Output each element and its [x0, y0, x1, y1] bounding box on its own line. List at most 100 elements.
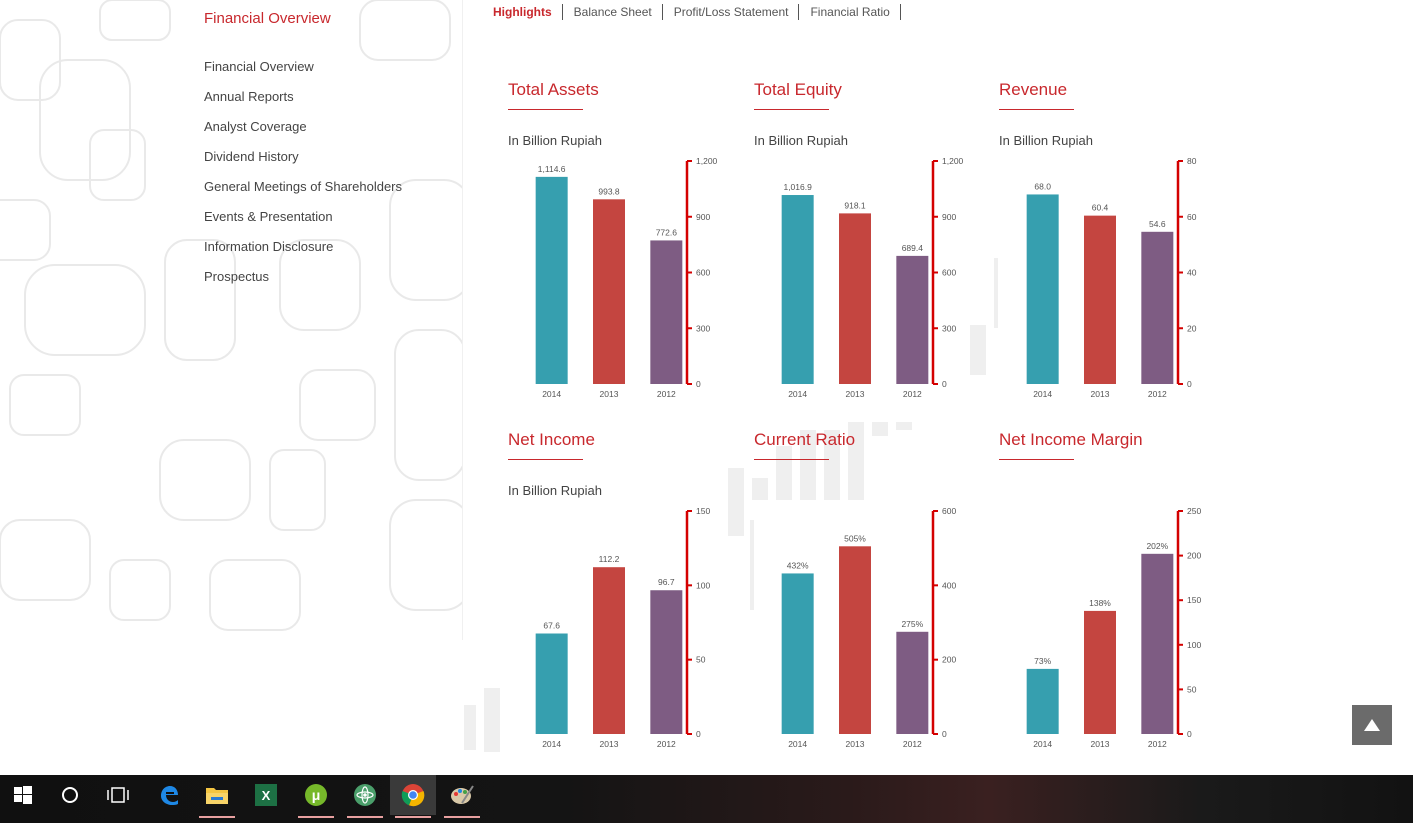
tab-highlights[interactable]: Highlights [493, 4, 563, 20]
data-label: 202% [1146, 541, 1168, 551]
tab-profit-loss-statement[interactable]: Profit/Loss Statement [663, 4, 800, 20]
chart-current-ratio: Current Ratio 432% 2014 505% 2013 275% 2012 0 2… [754, 430, 979, 750]
bar-2014 [535, 176, 568, 384]
bar-2014 [781, 573, 814, 734]
svg-text:X: X [262, 788, 271, 803]
y-tick-label: 900 [696, 212, 710, 222]
edge-button[interactable] [146, 775, 192, 815]
atom-button[interactable] [342, 775, 388, 818]
chart-plot: 1,016.9 2014 918.1 2013 689.4 2012 0 300 600 900 1… [781, 156, 964, 399]
bar-2012 [650, 590, 683, 734]
bar-2014 [535, 633, 568, 734]
sidebar-item-analyst-coverage[interactable]: Analyst Coverage [204, 118, 402, 148]
arrow-up-icon [1364, 719, 1380, 731]
edge-icon [161, 786, 178, 805]
y-tick-label: 0 [696, 729, 701, 739]
data-label: 138% [1089, 598, 1111, 608]
y-tick-label: 50 [696, 655, 706, 665]
y-tick-label: 0 [942, 729, 947, 739]
chart-plot: 68.0 2014 60.4 2013 54.6 2012 0 20 40 60 80 [1026, 156, 1197, 399]
y-tick-label: 600 [942, 268, 956, 278]
bar-2012 [896, 631, 929, 734]
file-explorer-button[interactable] [194, 775, 240, 818]
background-decoration [484, 688, 500, 752]
sidebar-item-information-disclosure[interactable]: Information Disclosure [204, 238, 402, 268]
y-tick-label: 150 [1187, 595, 1201, 605]
x-tick-label: 2014 [788, 389, 807, 399]
start-button[interactable] [0, 775, 46, 815]
utorrent-button[interactable]: μ [293, 775, 339, 818]
tab-financial-ratio[interactable]: Financial Ratio [799, 4, 901, 20]
bar-2014 [781, 195, 814, 384]
y-tick-label: 900 [942, 212, 956, 222]
y-tick-label: 60 [1187, 212, 1197, 222]
x-tick-label: 2012 [1148, 739, 1167, 749]
bar-2013 [839, 213, 871, 384]
y-tick-label: 80 [1187, 156, 1197, 166]
data-label: 1,016.9 [783, 182, 812, 192]
x-tick-label: 2013 [1091, 389, 1110, 399]
data-label: 96.7 [658, 577, 675, 587]
sidebar: Financial Overview Financial Overview An… [0, 0, 463, 640]
cortana-button[interactable] [47, 775, 93, 815]
data-label: 432% [787, 560, 809, 570]
y-tick-label: 1,200 [696, 156, 718, 166]
y-tick-label: 300 [696, 323, 710, 333]
x-tick-label: 2012 [903, 739, 922, 749]
data-label: 993.8 [598, 186, 620, 196]
x-tick-label: 2013 [1091, 739, 1110, 749]
x-tick-label: 2012 [903, 389, 922, 399]
sidebar-item-events-presentation[interactable]: Events & Presentation [204, 208, 402, 238]
x-tick-label: 2014 [1033, 389, 1052, 399]
x-tick-label: 2013 [600, 739, 619, 749]
x-tick-label: 2014 [542, 389, 561, 399]
sidebar-title: Financial Overview [204, 10, 331, 27]
y-tick-label: 300 [942, 323, 956, 333]
sidebar-item-dividend-history[interactable]: Dividend History [204, 148, 402, 178]
y-tick-label: 20 [1187, 323, 1197, 333]
data-label: 918.1 [844, 200, 866, 210]
scroll-to-top-button[interactable] [1352, 705, 1392, 745]
sidebar-menu: Financial Overview Annual Reports Analys… [204, 58, 402, 298]
y-tick-label: 0 [696, 379, 701, 389]
paint-button[interactable] [439, 775, 485, 818]
sidebar-item-annual-reports[interactable]: Annual Reports [204, 88, 402, 118]
excel-icon: X [255, 784, 277, 806]
sidebar-item-prospectus[interactable]: Prospectus [204, 268, 402, 298]
y-tick-label: 40 [1187, 268, 1197, 278]
y-tick-label: 600 [696, 268, 710, 278]
svg-text:μ: μ [312, 787, 321, 803]
data-label: 68.0 [1034, 181, 1051, 191]
x-tick-label: 2012 [657, 389, 676, 399]
excel-button[interactable]: X [243, 775, 289, 815]
chrome-button[interactable] [390, 775, 436, 818]
bar-2013 [839, 546, 871, 734]
bar-2012 [1141, 231, 1174, 384]
tab-balance-sheet[interactable]: Balance Sheet [563, 4, 663, 20]
x-tick-label: 2013 [846, 739, 865, 749]
taskbar: X μ [0, 775, 1413, 823]
chart-net-income-margin: Net Income Margin 73% 2014 138% 2013 202% 201… [999, 430, 1224, 750]
y-tick-label: 250 [1187, 506, 1201, 516]
cortana-icon [62, 787, 78, 803]
chart-revenue: Revenue In Billion Rupiah 68.0 2014 60.4 20… [999, 80, 1224, 400]
data-label: 60.4 [1092, 203, 1109, 213]
x-tick-label: 2012 [657, 739, 676, 749]
chart-net-income: Net Income In Billion Rupiah 67.6 2014 112… [508, 430, 733, 750]
background-decoration [896, 422, 912, 430]
y-tick-label: 1,200 [942, 156, 964, 166]
y-tick-label: 100 [696, 580, 710, 590]
bar-2013 [593, 567, 625, 734]
data-label: 689.4 [902, 243, 924, 253]
task-view-button[interactable] [95, 775, 141, 815]
sidebar-item-general-meetings[interactable]: General Meetings of Shareholders [204, 178, 402, 208]
x-tick-label: 2014 [1033, 739, 1052, 749]
y-tick-label: 0 [942, 379, 947, 389]
x-tick-label: 2013 [600, 389, 619, 399]
y-tick-label: 100 [1187, 640, 1201, 650]
bar-2013 [593, 199, 625, 384]
sidebar-item-financial-overview[interactable]: Financial Overview [204, 58, 402, 88]
chart-plot: 432% 2014 505% 2013 275% 2012 0 200 400 600 [781, 506, 956, 749]
chart-total-equity: Total Equity In Billion Rupiah 1,016.9 20… [754, 80, 979, 400]
y-tick-label: 50 [1187, 684, 1197, 694]
